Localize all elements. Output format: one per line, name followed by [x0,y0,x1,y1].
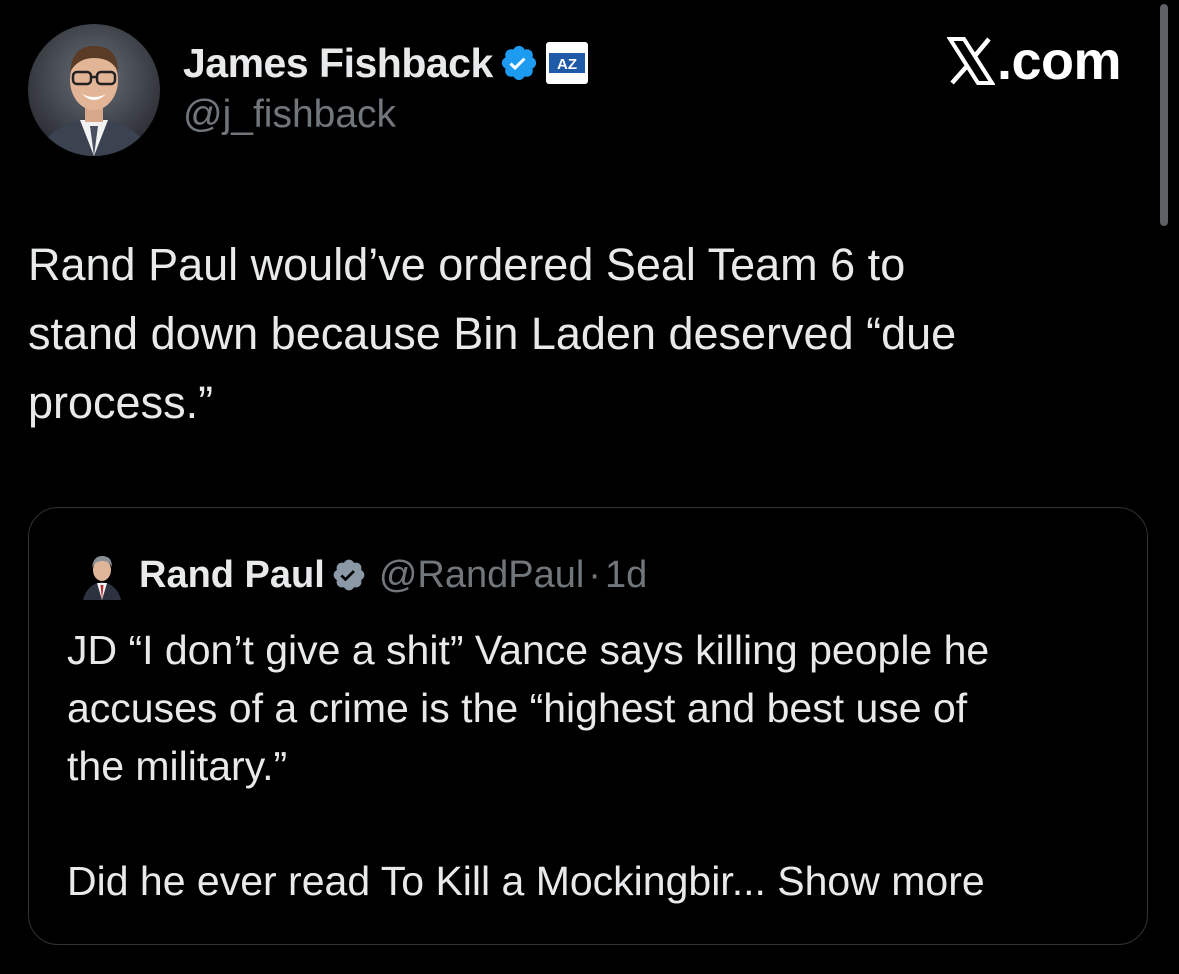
tweet-text-line: stand down because Bin Laden deserved “d… [28,308,957,359]
author-name[interactable]: James Fishback [183,40,493,87]
verified-badge-icon [331,557,367,593]
quoted-author-name[interactable]: Rand Paul [139,554,325,597]
user-portrait-icon [77,550,127,600]
scrollbar-thumb[interactable] [1160,4,1168,226]
brand-watermark: .com [946,30,1122,92]
verified-badge-icon [499,43,539,83]
show-more-link[interactable]: Show more [777,858,984,904]
brand-text: .com [996,31,1122,91]
quoted-author-avatar[interactable] [77,550,127,600]
user-portrait-icon [28,24,160,156]
x-logo-icon [946,36,996,86]
quoted-text-line: accuses of a crime is the “highest and b… [67,685,968,731]
quoted-text-truncated-line: Did he ever read To Kill a Mockingbir...… [67,852,985,910]
author-handle[interactable]: @j_fishback [183,93,396,137]
tweet-text: Rand Paul would’ve ordered Seal Team 6 t… [28,230,1128,437]
quoted-author-handle[interactable]: @RandPaul [379,554,584,597]
timestamp-separator: · [588,553,601,596]
tweet-text-line: Rand Paul would’ve ordered Seal Team 6 t… [28,239,906,290]
quoted-text-line: JD “I don’t give a shit” Vance says kill… [67,627,990,673]
az-badge-text: AZ [557,56,577,73]
quoted-tweet-text: JD “I don’t give a shit” Vance says kill… [67,621,1127,795]
quoted-tweet-card[interactable]: Rand Paul @RandPaul · 1d JD “I don’t giv… [28,507,1148,945]
author-avatar[interactable] [28,24,160,156]
author-name-row[interactable]: James Fishback AZ [183,38,589,88]
az-affiliate-badge-icon[interactable]: AZ [545,41,589,85]
quoted-tweet-header: Rand Paul @RandPaul · 1d [77,548,647,602]
quoted-tweet-timestamp[interactable]: 1d [605,554,647,597]
quoted-text-line: the military.” [67,743,288,789]
quoted-text-truncated: Did he ever read To Kill a Mockingbir... [67,858,766,904]
tweet-text-line: process.” [28,377,214,428]
